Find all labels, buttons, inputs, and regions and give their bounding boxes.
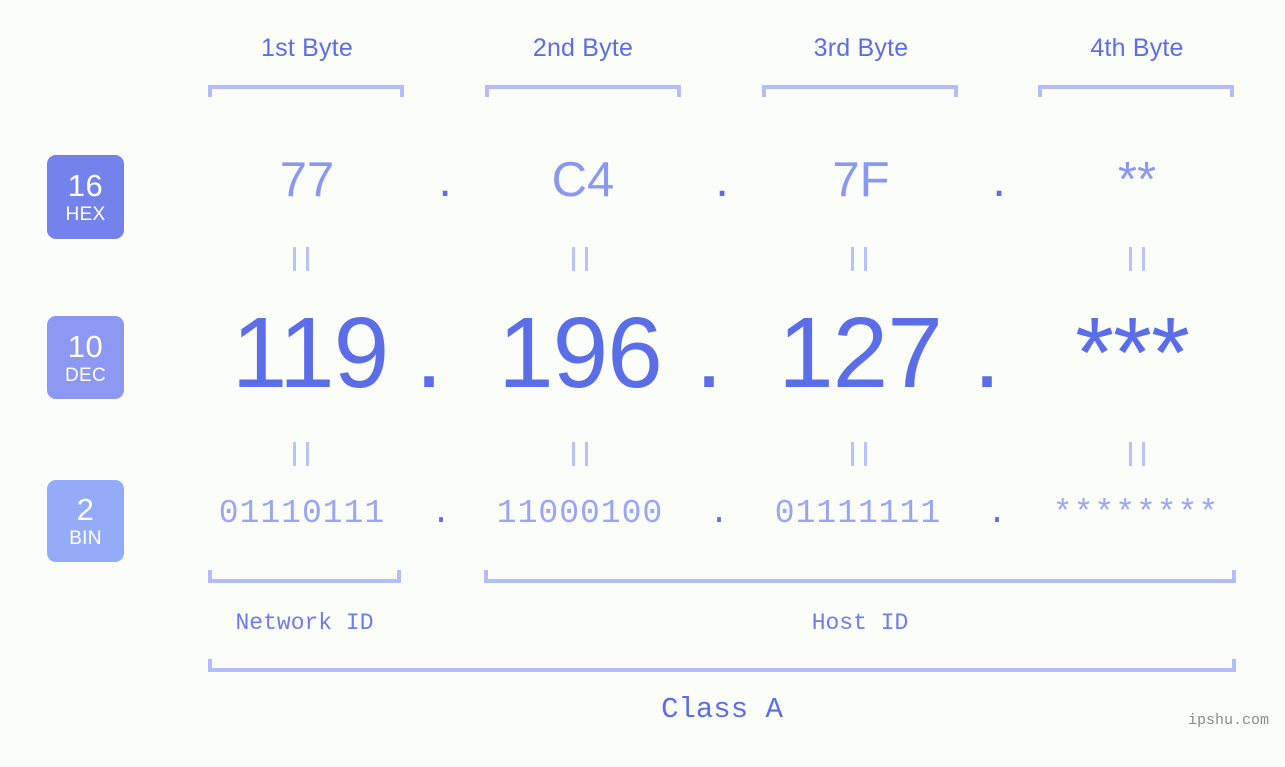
dec-byte-3: 127 bbox=[778, 297, 943, 409]
byte-bracket-top-4 bbox=[1038, 85, 1234, 97]
byte-bracket-top-1 bbox=[208, 85, 404, 97]
ip-breakdown-diagram: 1st Byte 2nd Byte 3rd Byte 4th Byte 16 H… bbox=[0, 0, 1285, 767]
dec-separator-1: . bbox=[415, 297, 443, 409]
equals-mark-hex-dec-3 bbox=[851, 247, 867, 271]
byte-header-3: 3rd Byte bbox=[813, 34, 909, 62]
base-badge-bin-name: BIN bbox=[69, 528, 102, 549]
byte-header-4: 4th Byte bbox=[1090, 34, 1184, 62]
bin-separator-3: . bbox=[987, 495, 1007, 532]
host-id-bracket bbox=[484, 570, 1236, 583]
base-badge-bin-number: 2 bbox=[76, 492, 95, 527]
hex-separator-1: . bbox=[438, 153, 452, 207]
equals-mark-hex-dec-4 bbox=[1129, 247, 1145, 271]
equals-mark-hex-dec-1 bbox=[293, 247, 309, 271]
byte-bracket-top-2 bbox=[485, 85, 681, 97]
base-badge-hex: 16 HEX bbox=[47, 155, 124, 239]
byte-header-2: 2nd Byte bbox=[532, 34, 634, 62]
base-badge-dec-name: DEC bbox=[64, 364, 106, 386]
bin-separator-2: . bbox=[709, 495, 729, 532]
dec-separator-3: . bbox=[973, 297, 1001, 409]
dec-byte-4: *** bbox=[1075, 297, 1190, 409]
hex-byte-3: 7F bbox=[832, 153, 890, 207]
bin-byte-4: ******** bbox=[1052, 495, 1220, 532]
byte-bracket-top-3 bbox=[762, 85, 958, 97]
hex-byte-1: 77 bbox=[279, 153, 335, 207]
dec-separator-2: . bbox=[695, 297, 723, 409]
bin-separator-1: . bbox=[431, 495, 451, 532]
dec-byte-2: 196 bbox=[498, 297, 663, 409]
dec-byte-1: 119 bbox=[231, 297, 389, 409]
base-badge-dec-number: 10 bbox=[67, 328, 104, 364]
equals-mark-dec-bin-2 bbox=[572, 442, 588, 466]
bin-byte-2: 11000100 bbox=[496, 495, 664, 532]
equals-mark-dec-bin-4 bbox=[1129, 442, 1145, 466]
equals-mark-dec-bin-1 bbox=[293, 442, 309, 466]
equals-mark-hex-dec-2 bbox=[572, 247, 588, 271]
base-badge-bin: 2 BIN bbox=[47, 480, 124, 562]
equals-mark-dec-bin-3 bbox=[851, 442, 867, 466]
bin-byte-1: 01110111 bbox=[218, 495, 386, 532]
class-label: Class A bbox=[661, 693, 783, 726]
bin-byte-3: 01111111 bbox=[774, 495, 942, 532]
host-id-label: Host ID bbox=[811, 610, 909, 636]
hex-byte-4: ** bbox=[1117, 153, 1157, 207]
class-bracket bbox=[208, 659, 1236, 672]
hex-separator-2: . bbox=[715, 153, 729, 207]
hex-separator-3: . bbox=[992, 153, 1006, 207]
watermark: ipshu.com bbox=[1187, 712, 1269, 729]
network-id-bracket bbox=[208, 570, 401, 583]
hex-byte-2: C4 bbox=[551, 153, 615, 207]
byte-header-1: 1st Byte bbox=[261, 34, 353, 62]
base-badge-dec: 10 DEC bbox=[47, 316, 124, 399]
base-badge-hex-number: 16 bbox=[67, 168, 104, 203]
base-badge-hex-name: HEX bbox=[65, 204, 106, 225]
network-id-label: Network ID bbox=[235, 610, 374, 636]
